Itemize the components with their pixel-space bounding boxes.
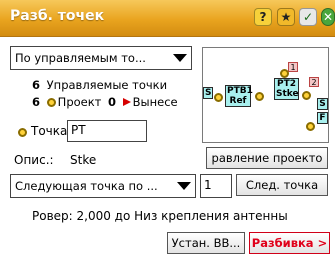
chevron-down-icon (173, 54, 187, 62)
next-point-button[interactable]: След. точка (236, 174, 328, 196)
map-label-pt2: PT2 (277, 79, 296, 89)
staked-points-row: 0 Вынесе (108, 95, 178, 109)
map-point-1: 1 (288, 62, 298, 72)
close-icon[interactable]: ✕ (321, 8, 335, 26)
map-design-point-icon (255, 92, 264, 101)
window-title: Разб. точек (10, 8, 105, 24)
chevron-down-icon (177, 182, 191, 190)
map-preview[interactable]: 1 2 PT2 Stke PTB1 Ref S S F (202, 47, 329, 143)
view-mode-dropdown[interactable]: По управляемым то... (10, 46, 192, 70)
map-design-point-icon (302, 91, 311, 100)
map-node-pt2: PT2 Stke (274, 78, 299, 100)
map-label-ptb1: PTB1 (227, 86, 253, 96)
staked-label: Вынесе (132, 95, 178, 109)
map-node-s-left: S (203, 87, 213, 99)
description-label: Опис.: (14, 153, 54, 167)
point-name-input[interactable]: PT (67, 120, 147, 142)
map-design-point-icon (280, 69, 289, 78)
point-target-icon (18, 128, 27, 137)
next-point-mode-dropdown[interactable]: Следующая точка по ... (10, 174, 196, 198)
stakeout-button[interactable]: Разбивка > (249, 232, 330, 254)
help-icon[interactable]: ? (254, 8, 272, 26)
map-design-point-icon (306, 122, 315, 131)
map-label-ref: Ref (229, 96, 247, 106)
map-node-ptb1: PTB1 Ref (225, 85, 253, 107)
design-point-icon (46, 98, 56, 107)
accept-icon[interactable]: ✓ (299, 8, 317, 26)
next-step-input[interactable]: 1 (200, 174, 232, 198)
map-point-2: 2 (309, 77, 319, 87)
controlled-count: 6 (32, 78, 41, 92)
staked-flag-icon (122, 98, 131, 106)
design-count: 6 (32, 95, 41, 109)
manage-design-button[interactable]: равление проекто (206, 147, 328, 169)
map-node-f: F (317, 112, 328, 124)
controlled-points-row: 6 Управляемые точки (32, 78, 167, 92)
map-label-stke: Stke (276, 89, 299, 99)
design-points-row: 6 Проект (32, 95, 101, 109)
description-value: Stke (70, 153, 97, 167)
favorites-icon[interactable]: ★ (277, 8, 295, 26)
controlled-label: Управляемые точки (46, 78, 168, 92)
view-mode-value: По управляемым то... (15, 51, 146, 65)
map-design-point-icon (214, 93, 223, 102)
point-label: Точка: (31, 124, 72, 138)
map-node-s-right: S (317, 98, 328, 110)
design-label: Проект (57, 95, 102, 109)
next-point-mode-value: Следующая точка по ... (15, 179, 158, 193)
station-setup-button[interactable]: Устан. ВВ... (167, 232, 245, 254)
staked-count: 0 (108, 95, 117, 109)
title-bar: Разб. точек ? ★ ✓ ✕ (0, 0, 335, 37)
rover-status: Ровер: 2,000 до Низ крепления антенны (32, 209, 288, 223)
